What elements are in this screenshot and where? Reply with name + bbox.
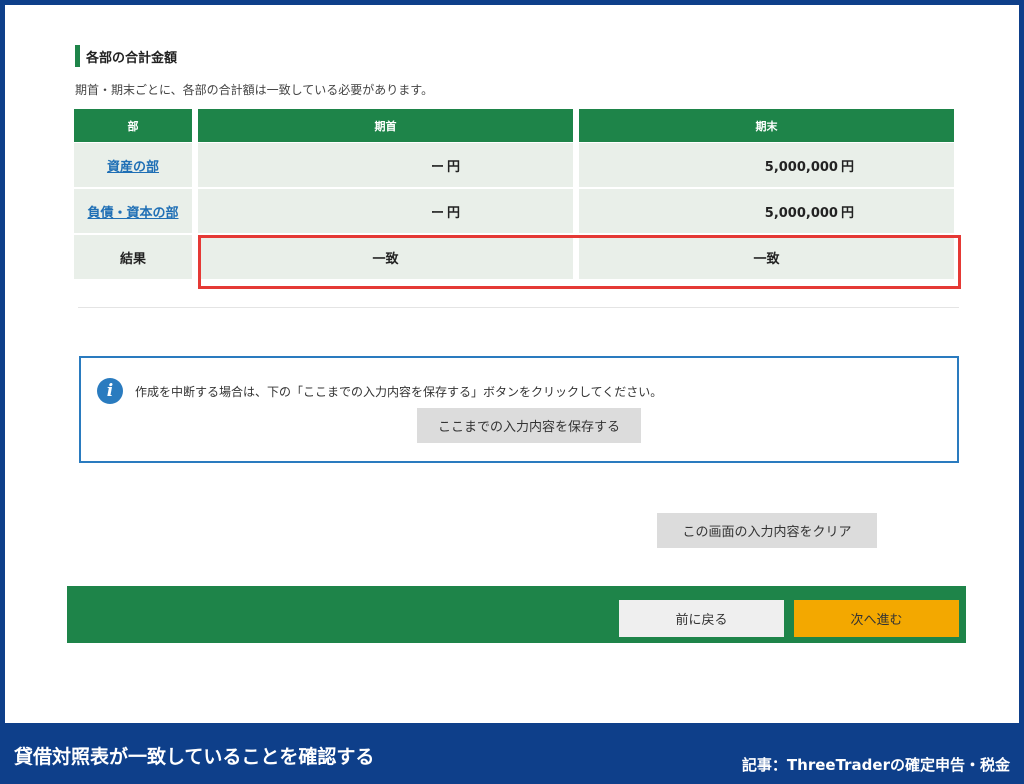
dept-cell: 資産の部 (74, 143, 192, 189)
yen-unit: 円 (447, 159, 461, 175)
divider (78, 307, 959, 308)
save-info-box: i 作成を中断する場合は、下の「ここまでの入力内容を保存する」ボタンをクリックし… (79, 356, 959, 463)
end-value-cell: 5,000,000 円 (579, 143, 954, 189)
info-message: 作成を中断する場合は、下の「ここまでの入力内容を保存する」ボタンをクリックしてく… (135, 385, 663, 399)
table-row-liabilities: 負債・資本の部 ー円 5,000,000 円 (74, 189, 954, 235)
table-header-row: 部 期首 期末 (74, 109, 954, 143)
navigation-bar: 前に戻る 次へ進む (67, 586, 966, 643)
result-label: 結果 (74, 235, 192, 281)
result-start: 一致 (198, 235, 573, 281)
end-value-cell: 5,000,000 円 (579, 189, 954, 235)
yen-unit: 円 (840, 205, 854, 221)
liabilities-capital-link[interactable]: 負債・資本の部 (87, 206, 178, 221)
save-progress-button[interactable]: ここまでの入力内容を保存する (417, 408, 641, 443)
start-value: ー (430, 159, 444, 175)
header-period-start: 期首 (198, 109, 573, 143)
start-value-cell: ー円 (198, 143, 573, 189)
yen-unit: 円 (840, 159, 854, 175)
clear-input-button[interactable]: この画面の入力内容をクリア (657, 513, 877, 548)
info-icon: i (97, 378, 123, 404)
table-row-assets: 資産の部 ー円 5,000,000 円 (74, 143, 954, 189)
section-description: 期首・期末ごとに、各部の合計額は一致している必要があります。 (75, 83, 434, 97)
next-button[interactable]: 次へ進む (794, 600, 959, 637)
title-accent-bar (75, 45, 80, 67)
header-period-end: 期末 (579, 109, 954, 143)
balance-summary-table: 部 期首 期末 資産の部 ー円 5,000,000 円 負債・資本の部 ー 円 … (68, 109, 960, 281)
section-title: 各部の合計金額 (75, 45, 177, 67)
section-title-text: 各部の合計金額 (86, 50, 178, 66)
page-frame: 各部の合計金額 期首・期末ごとに、各部の合計額は一致している必要があります。 部… (5, 5, 1019, 723)
dept-cell: 負債・資本の部 (74, 189, 192, 235)
end-value: 5,000,000 (764, 159, 838, 175)
assets-link[interactable]: 資産の部 (107, 160, 159, 175)
back-button[interactable]: 前に戻る (619, 600, 784, 637)
header-dept: 部 (74, 109, 192, 143)
caption-source: 記事：ThreeTraderの確定申告・税金 (741, 756, 1010, 774)
result-end: 一致 (579, 235, 954, 281)
yen-unit: 円 (447, 205, 461, 221)
table-row-result: 結果 一致 一致 (74, 235, 954, 281)
start-value: ー (430, 205, 444, 221)
start-value-cell: ー円 (198, 189, 573, 235)
end-value: 5,000,000 (764, 205, 838, 221)
caption-title: 貸借対照表が一致していることを確認する (14, 746, 375, 768)
